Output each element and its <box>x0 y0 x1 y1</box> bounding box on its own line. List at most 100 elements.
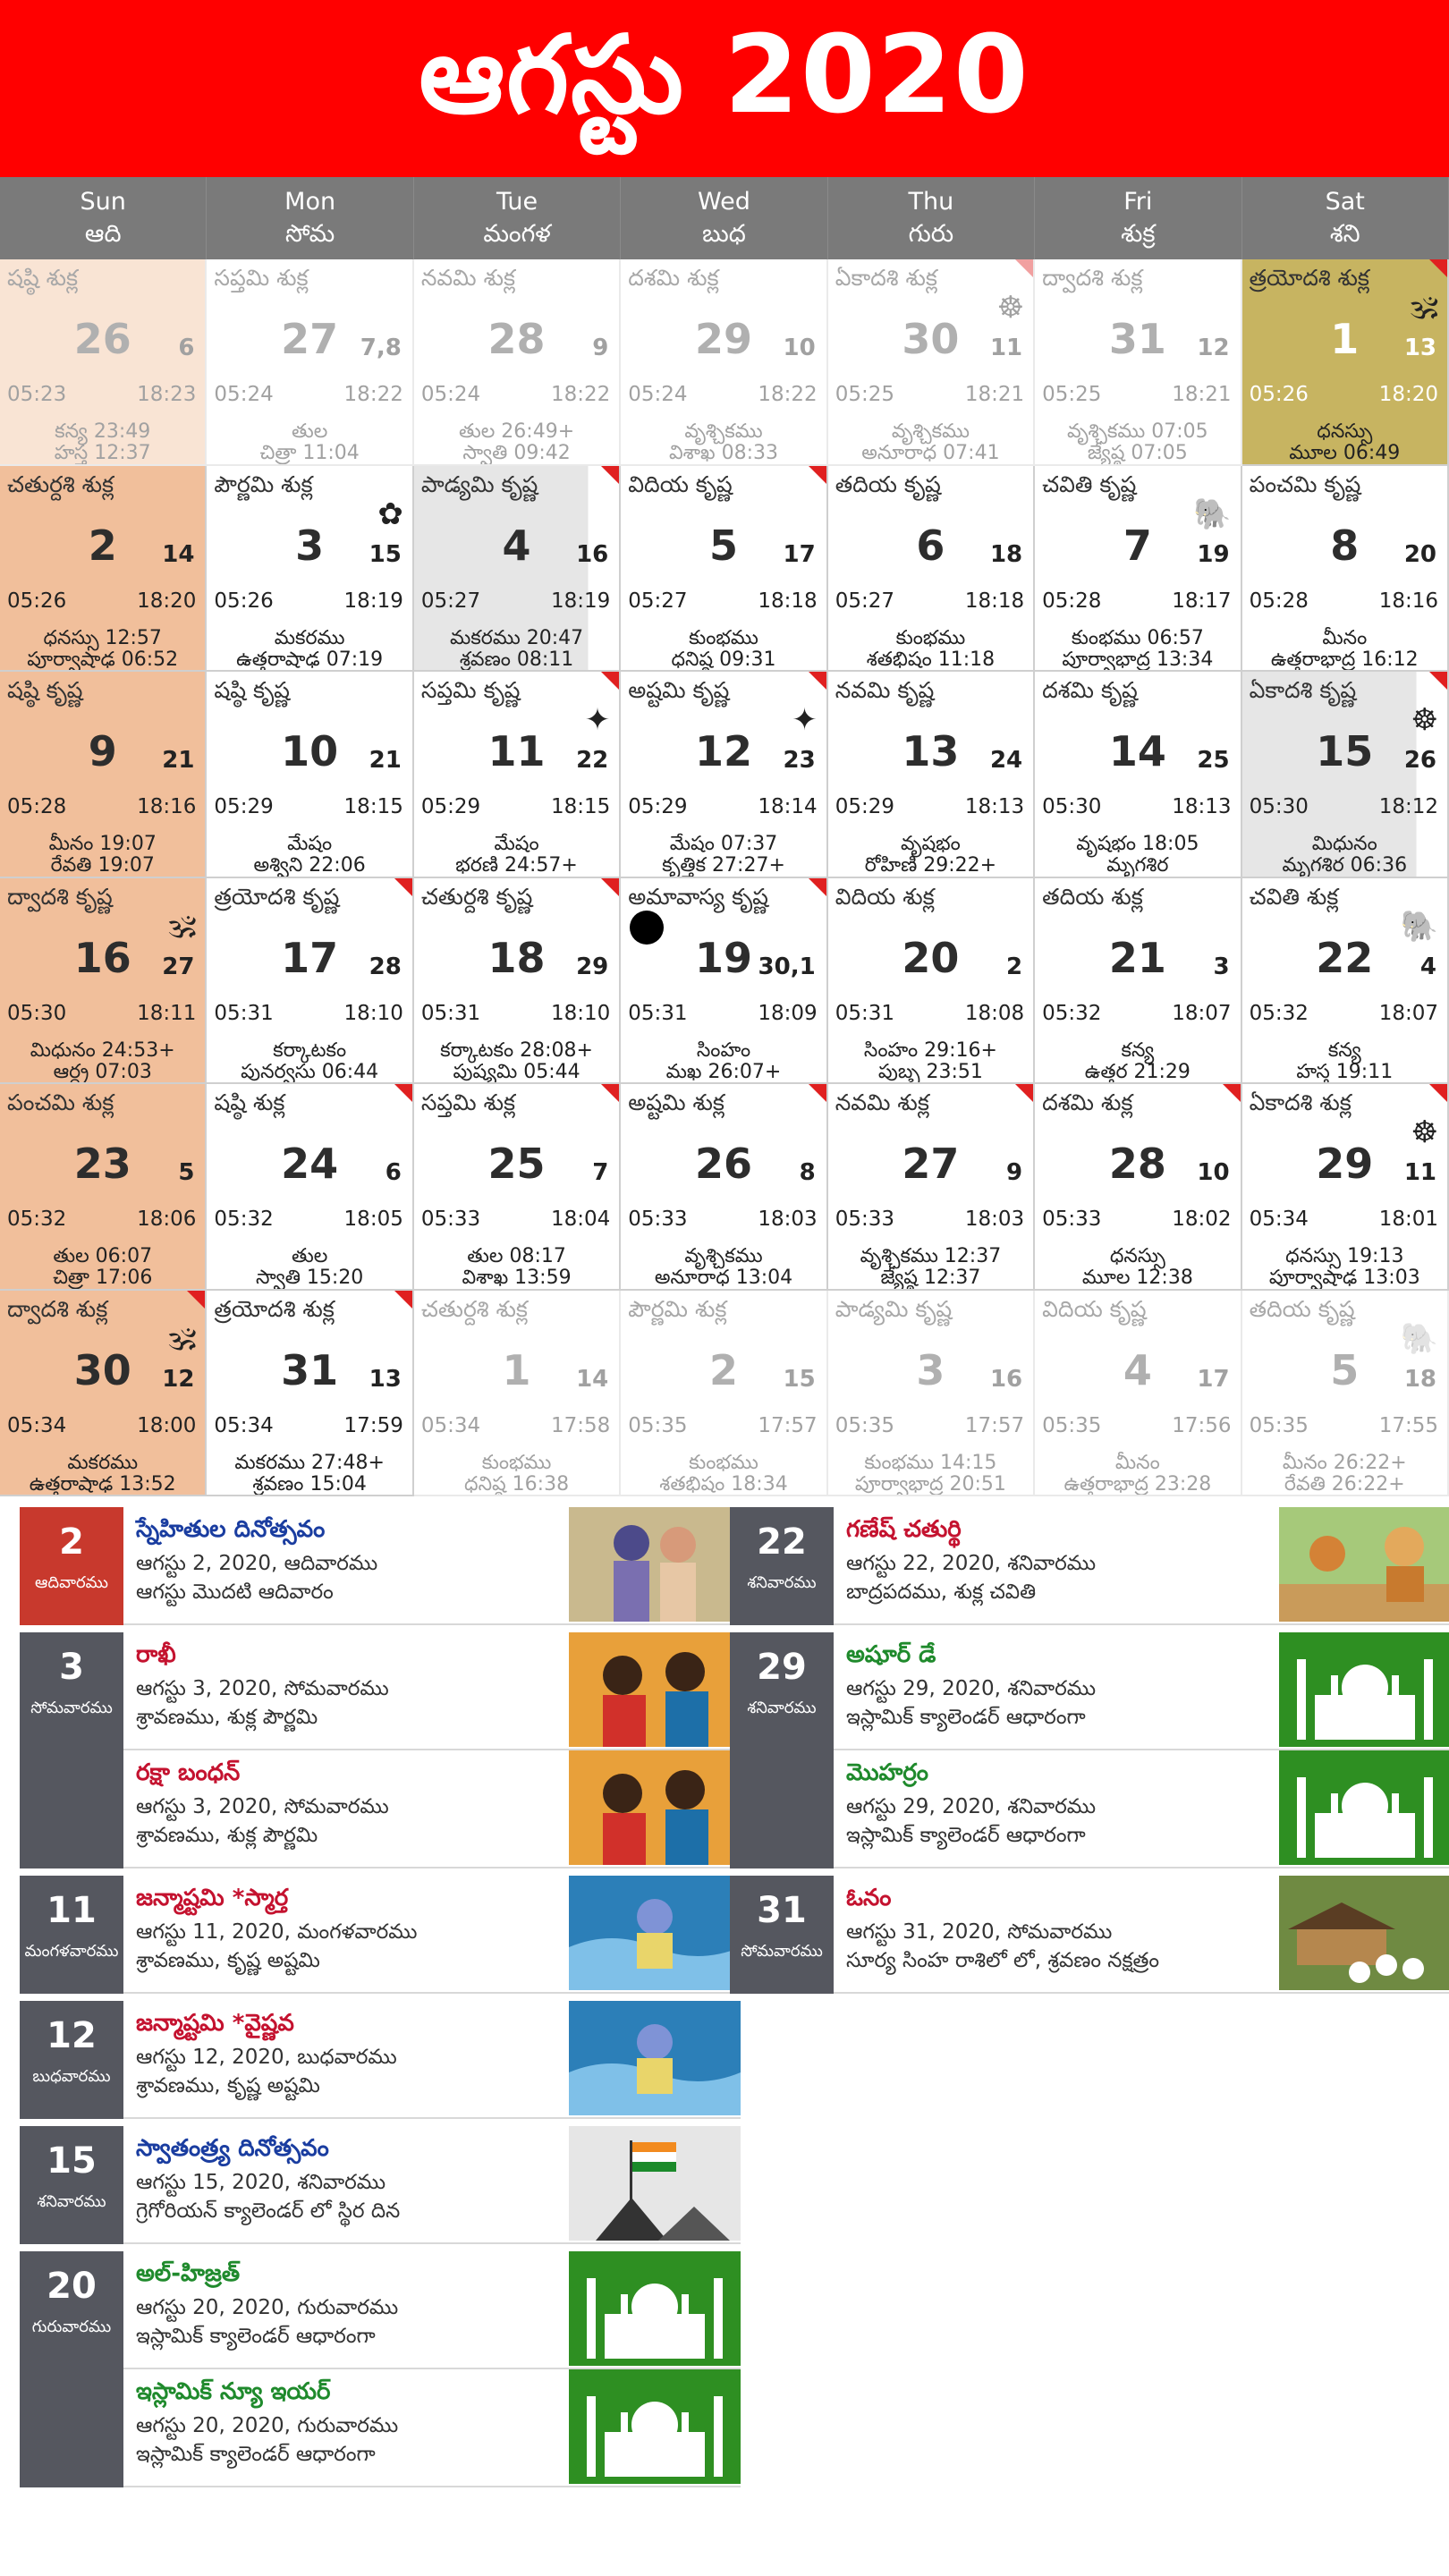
day-cell[interactable]: పాడ్యమి కృష్ణ 3 16 05:35 17:57 కుంభము 14:15 పూ… <box>827 1290 1036 1496</box>
day-cell[interactable]: చతుర్దశి కృష్ణ 18 29 05:31 18:10 కర్కాటకం 28:… <box>413 877 622 1084</box>
festival-item[interactable]: రాఖీ ఆగస్టు 3, 2020, సోమవారము శ్రావణము, శు… <box>123 1632 741 1750</box>
day-cell[interactable]: షష్ఠి కృష్ణ 10 21 05:29 18:15 మేషం అశ్విని 22:… <box>207 672 414 878</box>
festival-name[interactable]: అల్-హిజ్రత్ <box>136 2260 240 2292</box>
day-cell[interactable]: ద్వాదశి కృష్ణ 16 27 05:30 18:11 మిధునం 24:53+… <box>0 877 208 1084</box>
festival-name[interactable]: స్వాతంత్ర్య దినోత్సవం <box>136 2135 329 2167</box>
festival-name[interactable]: రక్షా బంధన్ <box>136 1759 240 1792</box>
festival-items: ఓనం ఆగస్టు 31, 2020, సోమవారము సూర్య సింహ ర… <box>834 1876 1449 1994</box>
event-marker-icon <box>601 465 620 484</box>
rasi-label: మీనం 26:22+ <box>1282 1451 1407 1474</box>
day-cell[interactable]: పంచమి శుక్ల 23 5 05:32 18:06 తుల 06:07 చిత్రా … <box>0 1084 208 1291</box>
day-cell[interactable]: త్రయోదశి కృష్ణ 17 28 05:31 18:10 కర్కాటకం పునర… <box>207 877 414 1084</box>
day-cell[interactable]: ద్వాదశి శుక్ల 31 12 05:25 18:21 వృశ్చికము 07:… <box>1035 259 1242 466</box>
festival-name[interactable]: జన్మాష్టమి *వైష్ణవ <box>136 2010 294 2042</box>
day-cell[interactable]: నవమి శుక్ల 27 9 05:33 18:03 వృశ్చికము 12:37 జ్… <box>827 1084 1036 1291</box>
day-cell[interactable]: త్రయోదశి శుక్ల 1 13 05:26 18:20 ధనస్సు మూల 06:… <box>1241 259 1449 466</box>
day-cell[interactable]: విదియ శుక్ల 20 2 05:31 18:08 సింహం 29:16+ పుబ్… <box>827 877 1036 1084</box>
festival-name[interactable]: గణేష్ చతుర్థి <box>846 1516 962 1548</box>
festival-name[interactable]: ఓనం <box>846 1885 891 1917</box>
day-cell[interactable]: చవితి శుక్ల 22 4 05:32 18:07 కన్య హస్త 19:11 🐘 <box>1241 877 1449 1084</box>
sunset-time: 18:13 <box>964 795 1025 818</box>
nakshatra-label: మూల 12:38 <box>1081 1267 1193 1289</box>
day-cell[interactable]: విదియ కృష్ణ 5 17 05:27 18:18 కుంభము ధనిష్ఠ 09:… <box>621 465 828 672</box>
nakshatra-label: పుష్యమి 05:44 <box>453 1060 580 1083</box>
tithi-label: తదియ కృష్ణ <box>835 470 941 497</box>
day-cell[interactable]: ఏకాదశి శుక్ల 30 11 05:25 18:21 వృశ్చికము అనూరా… <box>827 259 1036 466</box>
festival-item[interactable]: ఇస్లామిక్ న్యూ ఇయర్ ఆగస్టు 20, 2020, గురు… <box>123 2369 741 2487</box>
day-cell[interactable]: దశమి కృష్ణ 14 25 05:30 18:13 వృషభం 18:05 మృగశి… <box>1035 672 1242 878</box>
day-cell[interactable]: ద్వాదశి శుక్ల 30 12 05:34 18:00 మకరము ఉత్తరాషా… <box>0 1290 208 1496</box>
festival-name[interactable]: అషూర్ డే <box>846 1641 936 1674</box>
day-cell[interactable]: షష్ఠి కృష్ణ 9 21 05:28 18:16 మీనం 19:07 రేవతి … <box>0 672 208 878</box>
tithi-label: త్రయోదశి శుక్ల <box>1249 265 1369 291</box>
festival-name[interactable]: స్నేహితుల దినోత్సవం <box>136 1516 325 1548</box>
rasi-label: మకరము <box>274 626 345 649</box>
day-cell[interactable]: నవమి కృష్ణ 13 24 05:29 18:13 వృషభం రోహిణి 29:2… <box>827 672 1036 878</box>
day-cell[interactable]: పాడ్యమి కృష్ణ 4 16 05:27 18:19 మకరము 20:47 శ్ర… <box>413 465 622 672</box>
festival-description: సూర్య సింహ రాశిలో లో, శ్రవణం నక్షత్రం <box>846 1949 1160 1972</box>
day-cell[interactable]: షష్ఠి శుక్ల 26 6 05:23 18:23 కన్య 23:49 హస్త 1… <box>0 259 208 466</box>
day-cell[interactable]: దశమి శుక్ల 29 10 05:24 18:22 వృశ్చికము విశాఖ 0… <box>621 259 828 466</box>
festival-item[interactable]: రక్షా బంధన్ ఆగస్టు 3, 2020, సోమవారము శ్రావ… <box>123 1750 741 1868</box>
festival-item[interactable]: ఓనం ఆగస్టు 31, 2020, సోమవారము సూర్య సింహ ర… <box>834 1876 1449 1994</box>
nakshatra-label: హస్త 19:11 <box>1296 1060 1394 1083</box>
festival-items: రాఖీ ఆగస్టు 3, 2020, సోమవారము శ్రావణము, శు… <box>123 1632 741 1868</box>
festival-name[interactable]: జన్మాష్టమి *స్మార్త <box>136 1885 288 1917</box>
day-cell[interactable]: సప్తమి శుక్ల 27 7,8 05:24 18:22 తుల చిత్రా 11:… <box>207 259 414 466</box>
festival-name[interactable]: రాఖీ <box>136 1641 176 1674</box>
rasi-label: తుల <box>291 1245 328 1267</box>
tithi-label: ద్వాదశి కృష్ణ <box>7 883 113 910</box>
festival-name[interactable]: ఇస్లామిక్ న్యూ ఇయర్ <box>136 2378 330 2411</box>
festival-item[interactable]: జన్మాష్టమి *వైష్ణవ ఆగస్టు 12, 2020, బుధవా… <box>123 2001 741 2119</box>
day-cell[interactable]: ఏకాదశి శుక్ల 29 11 05:34 18:01 ధనస్సు 19:13 పూ… <box>1241 1084 1449 1291</box>
lunar-day-number: 28 <box>369 953 402 980</box>
lunar-day-number: 11 <box>989 335 1023 361</box>
day-cell[interactable]: నవమి శుక్ల 28 9 05:24 18:22 తుల 26:49+ స్వాతి … <box>413 259 622 466</box>
festival-weekday: శనివారము <box>747 1573 817 1592</box>
sunset-time: 18:22 <box>758 383 818 406</box>
sunset-time: 18:12 <box>1378 795 1438 818</box>
day-cell[interactable]: త్రయోదశి శుక్ల 31 13 05:34 17:59 మకరము 27:48+… <box>207 1290 414 1496</box>
day-cell[interactable]: షష్ఠి శుక్ల 24 6 05:32 18:05 తుల స్వాతి 15:20 <box>207 1084 414 1291</box>
event-marker-icon <box>1015 259 1034 277</box>
day-cell[interactable]: తదియ కృష్ణ 6 18 05:27 18:18 కుంభము శతభిషం 11:1… <box>827 465 1036 672</box>
sunrise-time: 05:33 <box>835 1208 894 1231</box>
day-cell[interactable]: చవితి కృష్ణ 7 19 05:28 18:17 కుంభము 06:57 పూర్… <box>1035 465 1242 672</box>
day-cell[interactable]: విదియ కృష్ణ 4 17 05:35 17:56 మీనం ఉత్తరాభాద్ర … <box>1035 1290 1242 1496</box>
weekday-header: Sun ఆది Mon సోమ Tue మంగళ Wed బుధ Thu గురు Fri శుక్ర… <box>0 177 1449 259</box>
day-cell[interactable]: తదియ కృష్ణ 5 18 05:35 17:55 మీనం 26:22+ రేవతి … <box>1241 1290 1449 1496</box>
festival-item[interactable]: స్వాతంత్ర్య దినోత్సవం ఆగస్టు 15, 2020, శన… <box>123 2126 741 2244</box>
festival-item[interactable]: అషూర్ డే ఆగస్టు 29, 2020, శనివారము ఇస్లామి… <box>834 1632 1449 1750</box>
day-cell[interactable]: చతుర్దశి శుక్ల 2 14 05:26 18:20 ధనస్సు 12:57 ప… <box>0 465 208 672</box>
day-cell[interactable]: అష్టమి కృష్ణ 12 23 05:29 18:14 మేషం 07:37 కృత్… <box>621 672 828 878</box>
day-cell[interactable]: ఏకాదశి కృష్ణ 15 26 05:30 18:12 మిధునం మృగశిర 0… <box>1241 672 1449 878</box>
day-cell[interactable]: పౌర్ణమి శుక్ల 2 15 05:35 17:57 కుంభము శతభిషం 1… <box>621 1290 828 1496</box>
day-cell[interactable]: అష్టమి శుక్ల 26 8 05:33 18:03 వృశ్చికము అనూరాధ… <box>621 1084 828 1291</box>
festival-item[interactable]: గణేష్ చతుర్థి ఆగస్టు 22, 2020, శనివారము బా… <box>834 1507 1449 1625</box>
festival-description: ఇస్లామిక్ క్యాలెండర్ ఆధారంగా <box>136 2325 376 2348</box>
day-cell[interactable]: తదియ శుక్ల 21 3 05:32 18:07 కన్య ఉత్తర 21:29 <box>1035 877 1242 1084</box>
nakshatra-label: ధనిష్ఠ 16:38 <box>464 1472 570 1496</box>
lunar-day-number: 25 <box>1197 747 1230 774</box>
sunset-time: 18:00 <box>137 1413 197 1437</box>
day-cell[interactable]: సప్తమి కృష్ణ 11 22 05:29 18:15 మేషం భరణి 24:57… <box>413 672 622 878</box>
festival-item[interactable]: స్నేహితుల దినోత్సవం ఆగస్టు 2, 2020, ఆదివా… <box>123 1507 741 1625</box>
sunrise-time: 05:31 <box>420 1001 481 1025</box>
nakshatra-label: శతభిషం 18:34 <box>659 1472 788 1496</box>
lunar-day-number: 9 <box>592 335 609 361</box>
festival-item[interactable]: మొహర్రం ఆగస్టు 29, 2020, శనివారము ఇస్లామిక… <box>834 1750 1449 1868</box>
day-cell[interactable]: దశమి శుక్ల 28 10 05:33 18:02 ధనస్సు మూల 12:38 <box>1035 1084 1242 1291</box>
sunset-time: 17:59 <box>343 1413 403 1437</box>
festival-item[interactable]: అల్-హిజ్రత్ ఆగస్టు 20, 2020, గురువారము ఇస్… <box>123 2251 741 2369</box>
day-cell[interactable]: పౌర్ణమి శుక్ల 3 15 05:26 18:19 మకరము ఉత్తరాషాఢ… <box>207 465 414 672</box>
weekday-en: Wed <box>698 188 750 216</box>
day-cell[interactable]: సప్తమి శుక్ల 25 7 05:33 18:04 తుల 08:17 విశాఖ … <box>413 1084 622 1291</box>
festival-name[interactable]: మొహర్రం <box>846 1759 928 1792</box>
festival-weekday: సోమవారము <box>30 1699 113 1717</box>
lunar-day-number: 27 <box>162 953 195 980</box>
nakshatra-label: స్వాతి 15:20 <box>255 1267 364 1289</box>
day-cell[interactable]: చతుర్దశి శుక్ల 1 14 05:34 17:58 కుంభము ధనిష్ఠ … <box>413 1290 622 1496</box>
day-cell[interactable]: పంచమి కృష్ణ 8 20 05:28 18:16 మీనం ఉత్తరాభాద్ర … <box>1241 465 1449 672</box>
festival-item[interactable]: జన్మాష్టమి *స్మార్త ఆగస్టు 11, 2020, మంగళ… <box>123 1876 741 1994</box>
day-cell[interactable]: అమావాస్య కృష్ణ 19 30,1 05:31 18:09 సింహం మఖ 26… <box>621 877 828 1084</box>
